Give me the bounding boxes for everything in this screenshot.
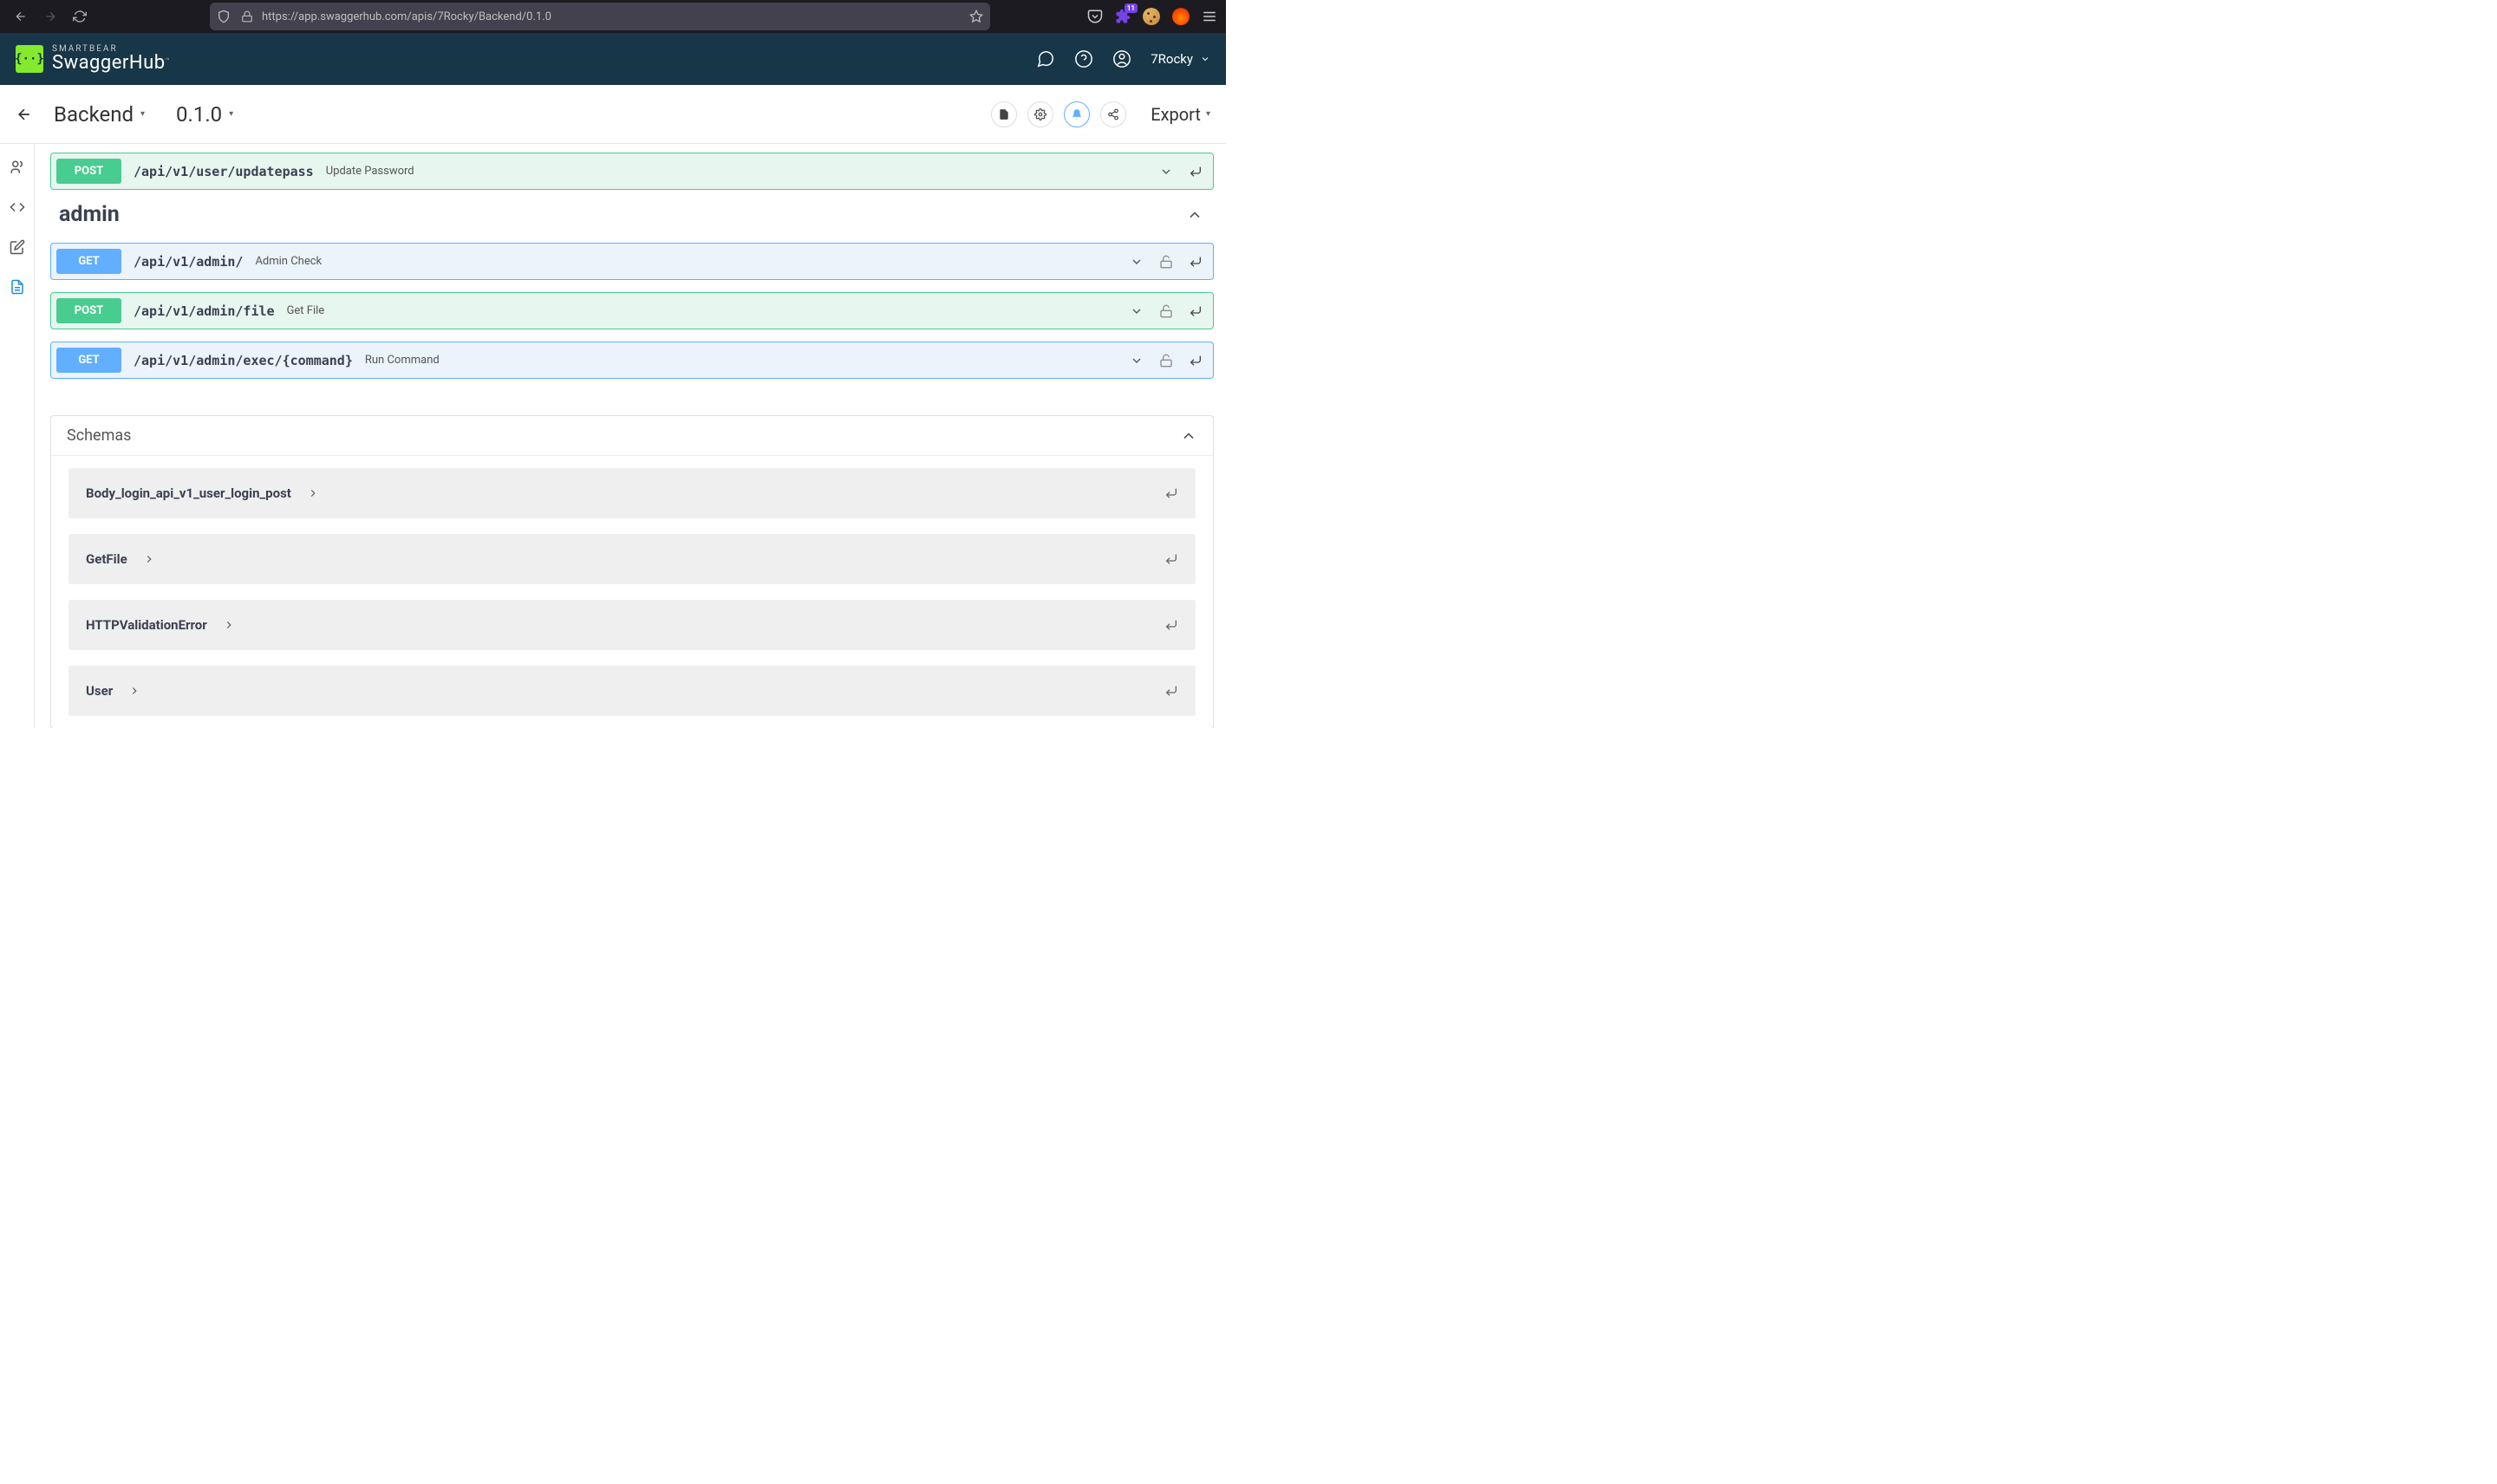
- schema-row[interactable]: GetFile: [68, 534, 1196, 584]
- chevron-up-icon[interactable]: [1180, 427, 1197, 445]
- tag-header-admin[interactable]: admin: [59, 202, 1214, 227]
- opblock-admin-file[interactable]: POST /api/v1/admin/file Get File: [50, 292, 1214, 329]
- cookie-icon[interactable]: [1143, 8, 1160, 25]
- browser-right-icons: 11: [1087, 8, 1217, 25]
- user-icon[interactable]: [1112, 49, 1131, 68]
- url-text: https://app.swaggerhub.com/apis/7Rocky/B…: [262, 10, 961, 23]
- method-badge: POST: [56, 159, 121, 184]
- unlock-icon[interactable]: [1159, 255, 1173, 269]
- schema-name: HTTPValidationError: [86, 617, 207, 633]
- endpoint-summary: Admin Check: [255, 255, 322, 268]
- return-icon[interactable]: [1189, 304, 1203, 318]
- extension-icon[interactable]: 11: [1115, 9, 1131, 24]
- notifications-button[interactable]: [1064, 101, 1090, 127]
- browser-toolbar: https://app.swaggerhub.com/apis/7Rocky/B…: [0, 0, 1226, 33]
- app-header: {··} SMARTBEAR SwaggerHub™ 7Rocky: [0, 33, 1226, 85]
- reload-button[interactable]: [68, 4, 92, 29]
- hamburger-icon[interactable]: [1202, 9, 1217, 24]
- opblock-updatepass[interactable]: POST /api/v1/user/updatepass Update Pass…: [50, 153, 1214, 190]
- star-icon[interactable]: [969, 10, 983, 23]
- return-icon[interactable]: [1164, 552, 1178, 566]
- logo-icon: {··}: [16, 45, 43, 73]
- collaborators-icon[interactable]: [10, 159, 25, 175]
- endpoint-summary: Update Password: [326, 165, 414, 178]
- chevron-right-icon: [223, 619, 235, 631]
- lock-icon: [241, 10, 253, 23]
- chevron-right-icon: [307, 487, 319, 499]
- return-icon[interactable]: [1164, 618, 1178, 632]
- profile-icon[interactable]: [1172, 8, 1190, 25]
- chevron-down-icon: ▾: [140, 109, 145, 119]
- username-label: 7Rocky: [1151, 51, 1193, 67]
- opblock-admin-check[interactable]: GET /api/v1/admin/ Admin Check: [50, 243, 1214, 280]
- schemas-header[interactable]: Schemas: [51, 416, 1213, 456]
- endpoint-summary: Run Command: [365, 354, 440, 367]
- method-badge: GET: [56, 249, 121, 274]
- opblock-admin-exec[interactable]: GET /api/v1/admin/exec/{command} Run Com…: [50, 342, 1214, 379]
- export-label: Export: [1151, 104, 1201, 125]
- method-badge: POST: [56, 298, 121, 323]
- endpoint-path: /api/v1/admin/: [134, 254, 243, 270]
- pocket-icon[interactable]: [1087, 9, 1103, 24]
- schema-row[interactable]: HTTPValidationError: [68, 600, 1196, 650]
- chevron-down-icon: [1200, 54, 1210, 64]
- tag-name: admin: [59, 202, 120, 227]
- export-button[interactable]: Export ▾: [1151, 104, 1210, 125]
- logo-text: SMARTBEAR SwaggerHub™: [52, 45, 170, 73]
- forward-button[interactable]: [38, 4, 62, 29]
- help-icon[interactable]: [1074, 49, 1093, 68]
- back-to-list-button[interactable]: [16, 106, 33, 123]
- return-icon[interactable]: [1189, 354, 1203, 368]
- chevron-right-icon: [143, 553, 155, 565]
- return-icon[interactable]: [1189, 165, 1203, 179]
- unlock-icon[interactable]: [1159, 354, 1173, 368]
- chevron-right-icon: [128, 685, 140, 697]
- return-icon[interactable]: [1164, 684, 1178, 698]
- schemas-body: Body_login_api_v1_user_login_post GetFil…: [51, 456, 1213, 728]
- chevron-down-icon[interactable]: [1159, 165, 1173, 179]
- back-button[interactable]: [9, 4, 33, 29]
- side-rail: [0, 144, 35, 728]
- api-name-dropdown[interactable]: Backend: [54, 102, 134, 127]
- schemas-section: Schemas Body_login_api_v1_user_login_pos…: [50, 415, 1214, 728]
- settings-button[interactable]: [1027, 101, 1053, 127]
- unlock-icon[interactable]: [1159, 304, 1173, 318]
- docs-icon[interactable]: [10, 279, 25, 295]
- schema-row[interactable]: User: [68, 666, 1196, 716]
- user-menu[interactable]: 7Rocky: [1151, 51, 1210, 67]
- schema-name: User: [86, 683, 113, 699]
- schema-row[interactable]: Body_login_api_v1_user_login_post: [68, 468, 1196, 518]
- return-icon[interactable]: [1189, 255, 1203, 269]
- chevron-down-icon: ▾: [229, 109, 233, 119]
- chevron-down-icon[interactable]: [1130, 354, 1144, 368]
- extension-badge: 11: [1125, 3, 1138, 13]
- schema-name: Body_login_api_v1_user_login_post: [86, 485, 291, 501]
- brand-big: SwaggerHub: [52, 52, 166, 74]
- chevron-up-icon[interactable]: [1186, 206, 1203, 224]
- endpoint-path: /api/v1/admin/exec/{command}: [134, 353, 353, 368]
- method-badge: GET: [56, 348, 121, 373]
- schemas-title: Schemas: [67, 426, 131, 445]
- chat-icon[interactable]: [1036, 49, 1055, 68]
- chevron-down-icon: ▾: [1206, 109, 1210, 119]
- endpoint-path: /api/v1/user/updatepass: [134, 164, 314, 179]
- document-button[interactable]: [991, 101, 1017, 127]
- main-area: POST /api/v1/user/updatepass Update Pass…: [0, 144, 1226, 728]
- endpoint-path: /api/v1/admin/file: [134, 303, 275, 319]
- return-icon[interactable]: [1164, 486, 1178, 500]
- share-button[interactable]: [1100, 101, 1126, 127]
- chevron-down-icon[interactable]: [1130, 255, 1144, 269]
- content-panel: POST /api/v1/user/updatepass Update Pass…: [35, 144, 1226, 728]
- version-dropdown[interactable]: 0.1.0: [176, 102, 222, 127]
- edit-icon[interactable]: [10, 239, 25, 255]
- endpoint-summary: Get File: [287, 304, 325, 317]
- shield-icon: [217, 10, 232, 23]
- address-bar[interactable]: https://app.swaggerhub.com/apis/7Rocky/B…: [210, 3, 990, 30]
- code-icon[interactable]: [10, 199, 25, 215]
- sub-header: Backend ▾ 0.1.0 ▾ Export ▾: [0, 85, 1226, 144]
- app-logo[interactable]: {··} SMARTBEAR SwaggerHub™: [16, 45, 170, 73]
- schema-name: GetFile: [86, 551, 127, 567]
- chevron-down-icon[interactable]: [1130, 304, 1144, 318]
